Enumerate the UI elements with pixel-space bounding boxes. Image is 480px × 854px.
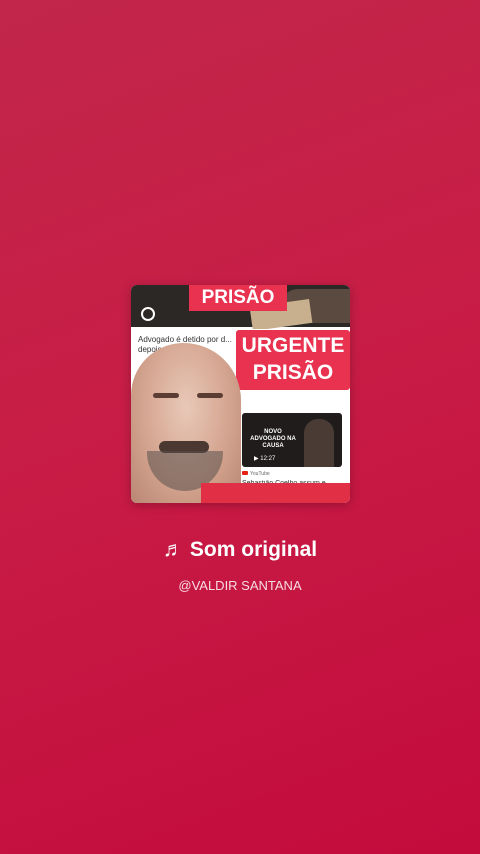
cover-source: YouTube (242, 471, 270, 477)
audio-author[interactable]: @VALDIR SANTANA (0, 578, 480, 593)
thumbnail-text: NOVO ADVOGADO NA CAUSA (250, 429, 296, 449)
audio-cover-image[interactable]: PRISÃO Advogado é detido por d... depois… (131, 285, 350, 503)
cover-shirt (201, 483, 350, 503)
thumbnail-duration: ▶ 12:27 (254, 456, 276, 462)
camera-icon (141, 307, 155, 321)
cover-source-label: YouTube (250, 471, 270, 477)
cover-badge-line2: PRISÃO (252, 361, 334, 384)
cover-badge-line1: URGENTE (241, 334, 345, 357)
thumbnail-person (304, 419, 334, 467)
audio-title-label: Som original (189, 538, 318, 561)
youtube-icon (242, 471, 248, 475)
music-note-icon: ♬ (162, 538, 184, 561)
cover-banner-prisao: PRISÃO (189, 285, 287, 311)
cover-urgent-badge: URGENTE PRISÃO (235, 329, 350, 391)
cover-video-thumbnail: NOVO ADVOGADO NA CAUSA ▶ 12:27 (242, 413, 342, 467)
audio-title[interactable]: ♬ Som original (0, 538, 480, 562)
right-eyebrow (197, 393, 223, 398)
cover-person-face (131, 343, 241, 503)
left-eyebrow (153, 393, 179, 398)
